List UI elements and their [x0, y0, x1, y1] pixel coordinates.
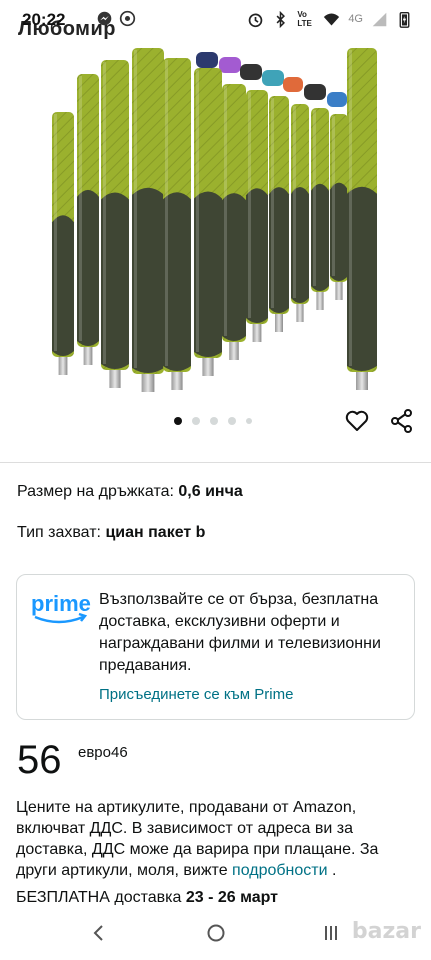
price-currency-fraction: евро46: [78, 744, 128, 761]
back-icon[interactable]: [88, 922, 110, 944]
grip-type-label: Тип захват:: [17, 524, 101, 541]
status-bar: 20:22 Любомир Vo LTE 4G: [0, 0, 431, 42]
grip-type-variation[interactable]: Тип захват: циан пакет b: [17, 524, 205, 542]
price-whole: 56: [17, 738, 62, 782]
vat-notice: Цените на артикулите, продавани от Amazo…: [16, 797, 421, 881]
viber-icon: [119, 10, 136, 27]
carousel-dot[interactable]: [192, 417, 200, 425]
notification-icons: [96, 10, 136, 27]
vat-notice-suffix: .: [327, 862, 337, 879]
grip-size-variation[interactable]: Размер на дръжката: 0,6 инча: [17, 483, 243, 501]
signal-icon: [372, 12, 387, 26]
grip-type-value: циан пакет b: [105, 524, 206, 541]
system-status-icons: Vo LTE 4G: [247, 10, 413, 28]
heart-icon[interactable]: [344, 408, 370, 434]
vat-details-link[interactable]: подробности: [232, 862, 328, 879]
network-type-label: 4G: [348, 13, 363, 25]
battery-icon: [399, 11, 410, 28]
section-divider: [0, 462, 431, 463]
carousel-dot[interactable]: [228, 417, 236, 425]
home-icon[interactable]: [205, 922, 227, 944]
product-image[interactable]: [0, 42, 431, 402]
delivery-label: БЕЗПЛАТНА доставка: [16, 889, 186, 906]
golf-grips-image: [52, 48, 377, 392]
prime-logo-icon: prime: [31, 591, 91, 624]
join-prime-link[interactable]: Присъединете се към Prime: [99, 686, 293, 703]
carousel-dot-active[interactable]: [174, 417, 182, 425]
messenger-icon: [97, 11, 112, 26]
prime-promo-text: Възползвайте се от бърза, безплатна дост…: [99, 591, 381, 674]
prime-logo-text: prime: [31, 591, 91, 616]
carousel-indicator: [174, 417, 252, 425]
alarm-icon: [249, 13, 263, 27]
share-icon[interactable]: [389, 408, 415, 434]
carousel-dot[interactable]: [210, 417, 218, 425]
carousel-dot[interactable]: [246, 418, 252, 424]
prime-promo-box[interactable]: prime Възползвайте се от бърза, безплатн…: [16, 574, 415, 720]
bluetooth-icon: [276, 10, 286, 28]
system-navigation-bar: bazar: [0, 905, 431, 960]
delivery-dates: 23 - 26 март: [185, 889, 279, 906]
grip-size-label: Размер на дръжката:: [17, 483, 174, 500]
wifi-icon: [324, 13, 340, 25]
volte-label: Vo LTE: [297, 10, 312, 28]
grip-size-value: 0,6 инча: [178, 483, 243, 500]
bazar-watermark: bazar: [351, 919, 421, 944]
recent-apps-icon[interactable]: [320, 922, 342, 944]
